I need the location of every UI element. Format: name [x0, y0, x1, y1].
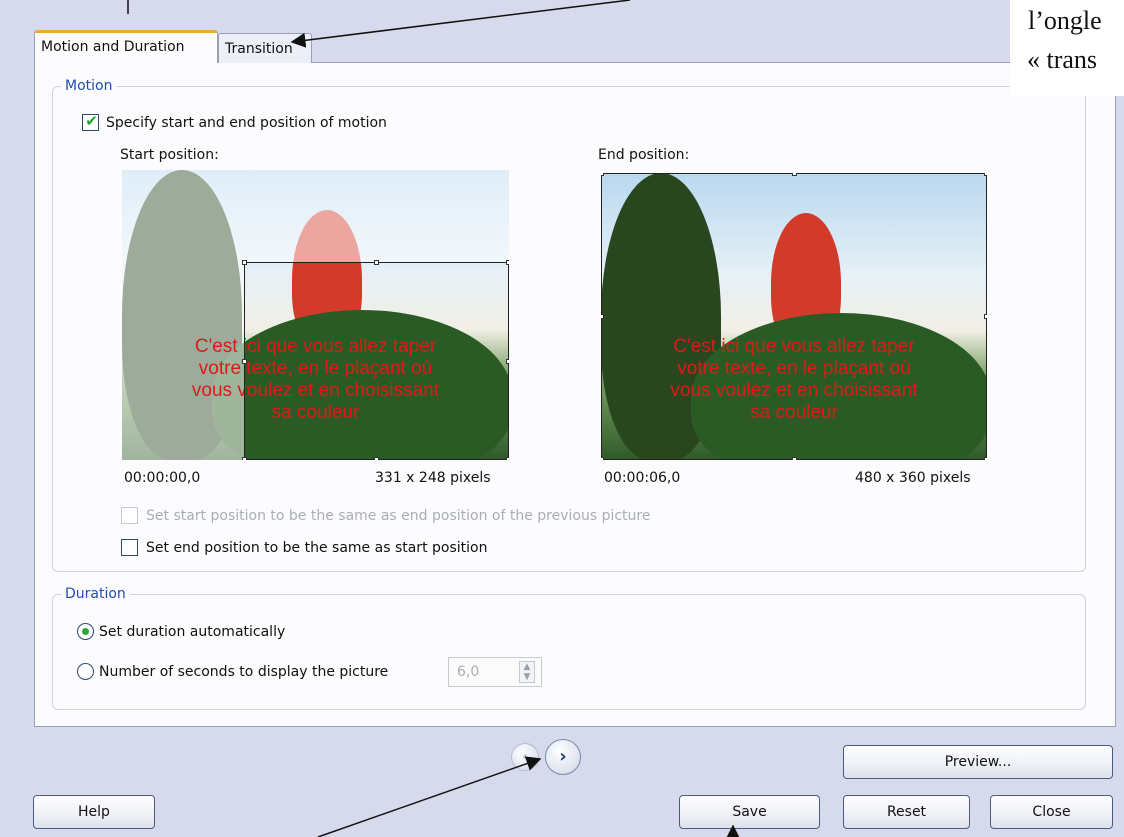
arrow-to-transition-tab [290, 0, 631, 48]
arrow-to-next-button [317, 756, 542, 837]
annotation-arrows [127, 0, 741, 837]
